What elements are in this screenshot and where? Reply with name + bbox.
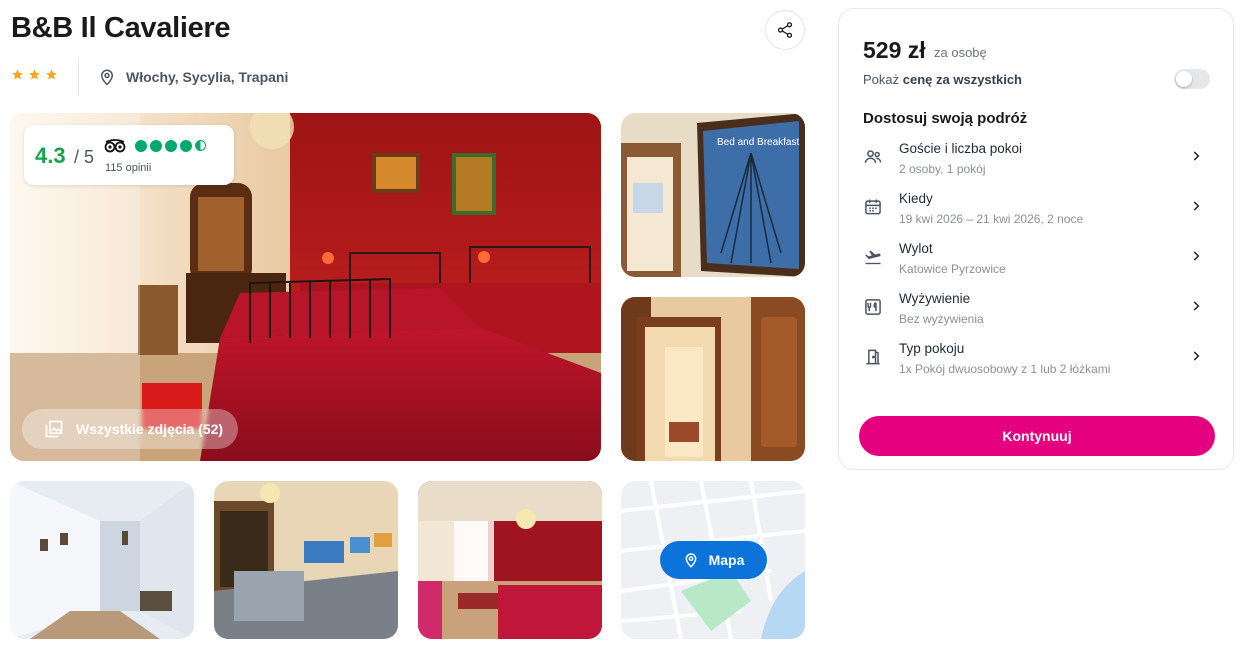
rating-bubble xyxy=(150,140,162,152)
option-label: Typ pokoju xyxy=(899,341,965,356)
meal-icon xyxy=(865,299,881,315)
option-dates[interactable]: Kiedy 19 kwi 2026 – 21 kwi 2026, 2 noce xyxy=(859,191,1209,235)
divider xyxy=(78,58,79,96)
option-value: 19 kwi 2026 – 21 kwi 2026, 2 noce xyxy=(899,212,1084,226)
gallery-photo[interactable] xyxy=(214,481,398,639)
rating-bubble xyxy=(165,140,177,152)
calendar-icon xyxy=(865,199,881,215)
map-label: Mapa xyxy=(708,552,745,568)
option-label: Goście i liczba pokoi xyxy=(899,141,1023,156)
star-icon xyxy=(46,69,57,80)
show-total-bold: cenę za wszystkich xyxy=(902,72,1022,87)
rating-score: 4.3 xyxy=(35,143,66,168)
tripadvisor-icon xyxy=(104,139,126,153)
share-button[interactable] xyxy=(765,10,805,50)
reviews-count: 115 opinii xyxy=(105,162,152,174)
share-icon xyxy=(777,22,793,38)
plane-icon xyxy=(865,250,881,265)
chevron-right-icon xyxy=(1193,301,1200,311)
hotel-location: Włochy, Sycylia, Trapani xyxy=(98,67,288,87)
chevron-right-icon xyxy=(1193,201,1200,211)
rating-max: / 5 xyxy=(74,147,95,167)
toggle-knob xyxy=(1176,71,1192,87)
hotel-title: B&B Il Cavaliere xyxy=(11,12,231,44)
show-total-label: Pokaż cenę za wszystkich xyxy=(863,72,1022,87)
option-value: 2 osoby, 1 pokój xyxy=(899,162,986,176)
star-icon xyxy=(29,69,40,80)
room-door-icon xyxy=(866,349,880,365)
option-label: Kiedy xyxy=(899,191,933,206)
map-button[interactable]: Mapa xyxy=(660,541,767,579)
option-value: Bez wyżywienia xyxy=(899,312,984,326)
chevron-right-icon xyxy=(1193,151,1200,161)
location-pin-icon xyxy=(685,553,696,568)
option-label: Wylot xyxy=(899,241,933,256)
rating-bubble xyxy=(180,140,192,152)
option-value: 1x Pokój dwuosobowy z 1 lub 2 łóżkami xyxy=(899,362,1111,376)
all-photos-label: Wszystkie zdjęcia (52) xyxy=(76,421,224,437)
chevron-right-icon xyxy=(1193,251,1200,261)
all-photos-button[interactable]: Wszystkie zdjęcia (52) xyxy=(22,409,238,449)
price: 529 zł xyxy=(863,37,926,63)
rating-bubble-half xyxy=(195,140,206,151)
option-label: Wyżywienie xyxy=(899,291,971,306)
option-room-type[interactable]: Typ pokoju 1x Pokój dwuosobowy z 1 lub 2… xyxy=(859,341,1209,385)
show-total-toggle[interactable] xyxy=(1174,69,1210,89)
rating-bubbles xyxy=(135,140,206,152)
star-icon xyxy=(12,69,23,80)
gallery-icon xyxy=(45,420,63,438)
gallery-photo[interactable]: Bed and Breakfast xyxy=(621,113,805,277)
continue-button[interactable]: Kontynuuj xyxy=(859,416,1215,456)
rating-card: 4.3 / 5 115 opinii xyxy=(24,125,234,185)
show-total-prefix: Pokaż xyxy=(863,72,900,87)
price-per-person: za osobę xyxy=(934,45,987,60)
option-value: Katowice Pyrzowice xyxy=(899,262,1006,276)
chevron-right-icon xyxy=(1193,351,1200,361)
option-departure[interactable]: Wylot Katowice Pyrzowice xyxy=(859,241,1209,285)
gallery-photo[interactable] xyxy=(621,297,805,461)
rating-bubble xyxy=(135,140,147,152)
gallery-photo[interactable] xyxy=(418,481,602,639)
guests-icon xyxy=(864,150,882,163)
location-pin-icon xyxy=(100,69,114,86)
location-text: Włochy, Sycylia, Trapani xyxy=(126,69,289,85)
option-guests[interactable]: Goście i liczba pokoi 2 osoby, 1 pokój xyxy=(859,141,1209,185)
option-meals[interactable]: Wyżywienie Bez wyżywienia xyxy=(859,291,1209,335)
hotel-stars xyxy=(11,68,58,81)
section-title: Dostosuj swoją podróż xyxy=(863,110,1028,127)
svg-text:Bed and Breakfast: Bed and Breakfast xyxy=(717,137,799,148)
gallery-photo[interactable] xyxy=(10,481,194,639)
booking-card: 529 zł za osobę Pokaż cenę za wszystkich… xyxy=(838,8,1234,470)
